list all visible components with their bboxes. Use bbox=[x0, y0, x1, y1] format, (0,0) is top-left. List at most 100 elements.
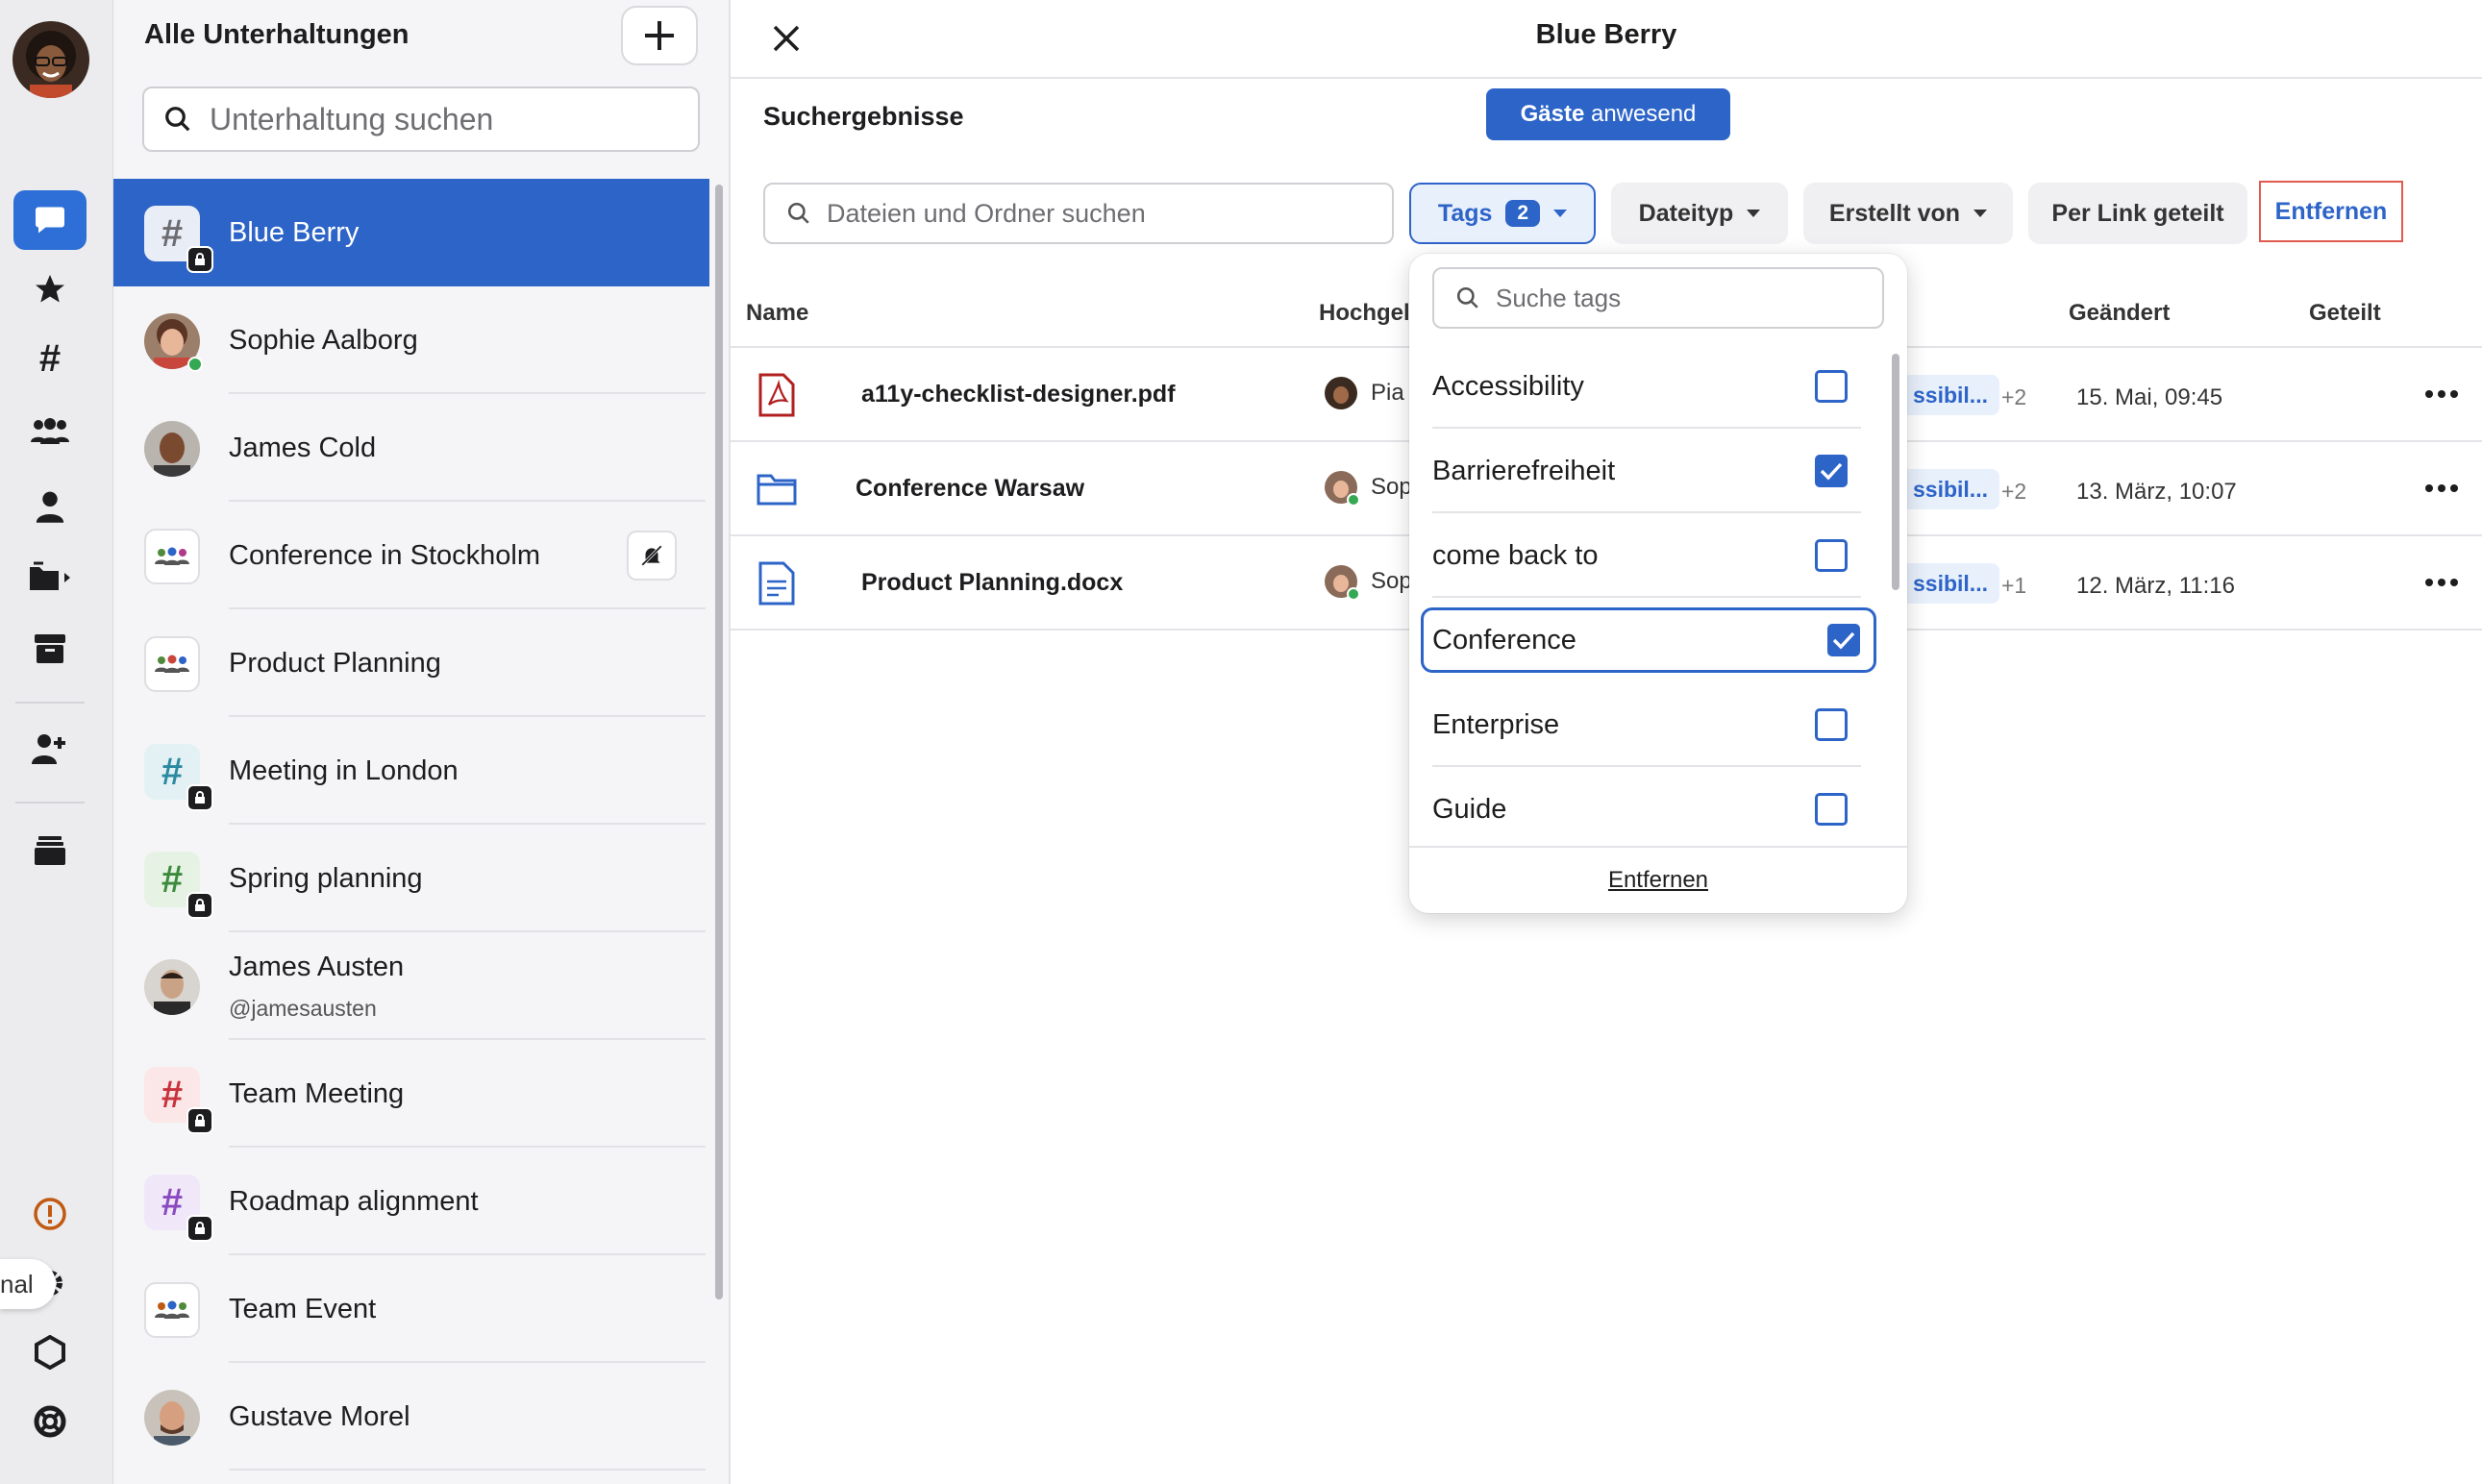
integrations-nav-button[interactable] bbox=[13, 1323, 87, 1382]
files-nav-button[interactable] bbox=[13, 548, 87, 607]
chevron-down-icon bbox=[1747, 210, 1761, 217]
more-actions-button[interactable] bbox=[2419, 559, 2465, 606]
alert-nav-button[interactable] bbox=[13, 1184, 87, 1244]
tag-option-barrierefreiheit[interactable]: Barrierefreiheit bbox=[1432, 429, 1861, 513]
more-tags-count[interactable]: +1 bbox=[2001, 573, 2026, 599]
conversation-item-team-meeting[interactable]: # Team Meeting bbox=[113, 1040, 709, 1148]
more-actions-button[interactable] bbox=[2419, 371, 2465, 417]
sidebar-title: Alle Unterhaltungen bbox=[144, 19, 410, 50]
file-name[interactable]: Product Planning.docx bbox=[861, 569, 1123, 597]
channel-icon: # bbox=[144, 852, 213, 919]
favorites-nav-button[interactable] bbox=[13, 260, 87, 319]
clear-tags-link[interactable]: Entfernen bbox=[1608, 867, 1708, 894]
conversation-list-scrollbar[interactable] bbox=[715, 185, 723, 1299]
help-nav-button[interactable] bbox=[13, 1392, 87, 1451]
avatar bbox=[1325, 471, 1360, 507]
column-header-shared[interactable]: Geteilt bbox=[2309, 300, 2381, 327]
tag-checkbox[interactable] bbox=[1815, 708, 1848, 741]
channels-nav-button[interactable]: # bbox=[13, 329, 87, 388]
shared-by-link-filter-button[interactable]: Per Link geteilt bbox=[2028, 183, 2247, 244]
conversation-item-product-planning[interactable]: Product Planning bbox=[113, 609, 709, 717]
more-tags-count[interactable]: +2 bbox=[2001, 384, 2026, 410]
more-tags-count[interactable]: +2 bbox=[2001, 479, 2026, 505]
created-by-filter-button[interactable]: Erstellt von bbox=[1803, 183, 2013, 244]
hash-icon: # bbox=[38, 336, 62, 380]
conversation-sidebar: Alle Unterhaltungen # Blue Berry Sophie … bbox=[113, 0, 731, 1484]
conversation-name: Meeting in London bbox=[229, 754, 459, 786]
channel-icon: # bbox=[144, 206, 213, 273]
tag-checkbox[interactable] bbox=[1827, 624, 1860, 656]
file-search-field[interactable] bbox=[763, 183, 1394, 244]
tag-checkbox[interactable] bbox=[1815, 793, 1848, 826]
tag-option-come-back-to[interactable]: come back to bbox=[1432, 513, 1861, 598]
contacts-nav-button[interactable] bbox=[13, 477, 87, 536]
conversation-item-roadmap-alignment[interactable]: # Roadmap alignment bbox=[113, 1148, 709, 1255]
tag-pill[interactable]: ssibil... bbox=[1901, 469, 1999, 509]
conversation-item-james-austen[interactable]: James Austen @jamesausten bbox=[113, 932, 709, 1040]
changed-date: 15. Mai, 09:45 bbox=[2076, 384, 2223, 410]
search-icon bbox=[787, 202, 809, 224]
tag-search-input[interactable] bbox=[1496, 283, 1880, 313]
invite-nav-button[interactable] bbox=[13, 719, 87, 779]
tag-list-scrollbar[interactable] bbox=[1892, 354, 1899, 590]
tag-checkbox[interactable] bbox=[1815, 539, 1848, 572]
groups-nav-button[interactable] bbox=[13, 402, 87, 461]
group-icon bbox=[144, 636, 200, 692]
conversation-item-conference-in-stockholm[interactable]: Conference in Stockholm bbox=[113, 502, 709, 609]
stack-nav-button[interactable] bbox=[13, 821, 87, 880]
warning-circle-icon bbox=[34, 1198, 66, 1230]
tag-pill[interactable]: ssibil... bbox=[1901, 563, 1999, 604]
chats-nav-button[interactable] bbox=[13, 190, 87, 250]
conversation-item-sophie-aalborg[interactable]: Sophie Aalborg bbox=[113, 286, 709, 394]
panel-header: Blue Berry bbox=[731, 0, 2482, 79]
avatar bbox=[144, 421, 200, 477]
people-icon bbox=[31, 418, 69, 444]
avatar bbox=[144, 313, 203, 372]
conversation-name: Product Planning bbox=[229, 647, 441, 679]
file-search-input[interactable] bbox=[827, 198, 1365, 229]
muted-notifications-button[interactable] bbox=[627, 531, 677, 581]
conversation-item-james-cold[interactable]: James Cold bbox=[113, 394, 709, 502]
tag-checkbox[interactable] bbox=[1815, 370, 1848, 403]
plus-icon bbox=[645, 21, 674, 50]
tag-option-enterprise[interactable]: Enterprise bbox=[1432, 682, 1861, 767]
tag-checkbox[interactable] bbox=[1815, 455, 1848, 487]
dot-icon bbox=[2425, 484, 2433, 492]
search-icon bbox=[1456, 286, 1478, 309]
tag-search-field[interactable] bbox=[1432, 267, 1884, 329]
conversation-name: Gustave Morel bbox=[229, 1400, 410, 1432]
tag-option-conference[interactable]: Conference bbox=[1421, 607, 1876, 673]
remove-filters-link[interactable]: Entfernen bbox=[2259, 181, 2403, 242]
tags-filter-button[interactable]: Tags 2 bbox=[1409, 183, 1596, 244]
group-icon bbox=[144, 1282, 200, 1338]
conversation-item-gustave-morel[interactable]: Gustave Morel bbox=[113, 1363, 709, 1471]
conversation-search[interactable] bbox=[142, 87, 700, 152]
chat-bubble-icon bbox=[36, 207, 64, 234]
star-icon bbox=[36, 275, 64, 303]
conversation-item-blue-berry[interactable]: # Blue Berry bbox=[113, 179, 709, 286]
file-name[interactable]: a11y-checklist-designer.pdf bbox=[861, 381, 1176, 408]
column-header-uploaded[interactable]: Hochgel bbox=[1319, 300, 1410, 327]
column-header-changed[interactable]: Geändert bbox=[2069, 300, 2170, 327]
tag-pill[interactable]: ssibil... bbox=[1901, 375, 1999, 415]
rail-tooltip: nal bbox=[0, 1259, 56, 1309]
app-rail: # nal bbox=[0, 0, 113, 1484]
conversation-name: Roadmap alignment bbox=[229, 1185, 479, 1217]
more-actions-button[interactable] bbox=[2419, 465, 2465, 511]
tag-option-guide[interactable]: Guide bbox=[1432, 767, 1861, 852]
guests-present-button[interactable]: Gäste anwesend bbox=[1486, 88, 1730, 140]
conversation-name: Team Event bbox=[229, 1293, 377, 1324]
add-person-icon bbox=[32, 734, 65, 764]
file-name[interactable]: Conference Warsaw bbox=[856, 475, 1084, 503]
tag-option-accessibility[interactable]: Accessibility bbox=[1432, 344, 1861, 429]
archive-nav-button[interactable] bbox=[13, 619, 87, 679]
column-header-name[interactable]: Name bbox=[746, 300, 808, 327]
conversation-item-team-event[interactable]: Team Event bbox=[113, 1255, 709, 1363]
conversation-item-spring-planning[interactable]: # Spring planning bbox=[113, 825, 709, 932]
filetype-filter-button[interactable]: Dateityp bbox=[1611, 183, 1788, 244]
conversation-item-meeting-in-london[interactable]: # Meeting in London bbox=[113, 717, 709, 825]
new-conversation-button[interactable] bbox=[621, 6, 698, 65]
search-icon bbox=[165, 107, 190, 132]
conversation-search-input[interactable] bbox=[210, 101, 652, 137]
user-avatar[interactable] bbox=[12, 21, 89, 98]
